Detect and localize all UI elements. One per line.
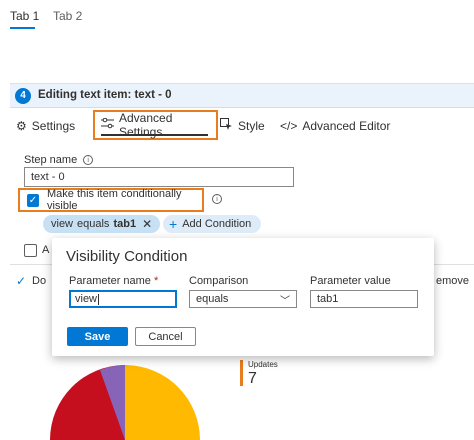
active-subtab-indicator <box>101 134 208 136</box>
comparison-value: equals <box>196 293 229 305</box>
tab-2[interactable]: Tab 2 <box>53 9 82 23</box>
parameter-name-label-text: Parameter name <box>69 275 151 287</box>
updates-value: 7 <box>248 370 257 387</box>
info-icon[interactable]: i <box>83 155 94 166</box>
conditional-visibility-checkbox[interactable]: ✓ <box>27 193 39 207</box>
step-name-label: Step name i <box>24 154 94 166</box>
condition-param: view <box>51 218 74 230</box>
tab-1[interactable]: Tab 1 <box>10 9 39 23</box>
visibility-condition-dialog: Visibility Condition Parameter name * Co… <box>52 238 434 356</box>
panel-title: Editing text item: text - 0 <box>38 89 172 101</box>
code-icon: </> <box>280 119 298 133</box>
info-icon[interactable]: i <box>212 194 222 204</box>
add-condition-label: Add Condition <box>182 218 252 230</box>
updates-label: Updates <box>248 360 278 369</box>
option-checkbox[interactable] <box>24 244 37 257</box>
gear-icon: ⚙ <box>16 119 27 133</box>
checkmark-icon: ✓ <box>16 274 27 288</box>
tab-style[interactable]: Style <box>220 115 265 137</box>
condition-pill[interactable]: view equals tab1 ✕ <box>43 215 161 233</box>
step-name-input[interactable]: text - 0 <box>24 167 294 187</box>
updates-bar <box>240 360 243 386</box>
parameter-name-input[interactable]: view <box>69 290 177 308</box>
style-cursor-icon <box>220 118 233 134</box>
comparison-label: Comparison <box>189 275 249 287</box>
close-icon[interactable]: ✕ <box>142 217 152 231</box>
active-tab-indicator <box>10 27 35 29</box>
remove-button-label[interactable]: emove <box>436 275 469 287</box>
pie-slice <box>125 365 200 440</box>
dialog-title: Visibility Condition <box>66 248 188 265</box>
plus-icon: + <box>169 216 178 232</box>
comparison-select[interactable]: equals ﹀ <box>189 290 297 308</box>
add-condition-button[interactable]: + Add Condition <box>163 215 262 233</box>
panel-header: 4 Editing text item: text - 0 <box>10 84 474 108</box>
option-checkbox-label: A <box>42 244 50 256</box>
save-button[interactable]: Save <box>67 327 128 346</box>
tab-settings[interactable]: ⚙ Settings <box>16 115 75 137</box>
step-name-label-text: Step name <box>24 154 78 166</box>
parameter-value-label: Parameter value <box>310 275 391 287</box>
text-caret <box>98 293 100 305</box>
chevron-down-icon: ﹀ <box>280 296 290 307</box>
conditional-visibility-row[interactable]: ✓ Make this item conditionally visible <box>18 188 204 212</box>
parameter-name-value: view <box>75 293 98 305</box>
tab-settings-label: Settings <box>31 119 76 133</box>
cancel-button[interactable]: Cancel <box>135 327 196 346</box>
top-tab-bar: Tab 1 Tab 2 <box>0 0 474 34</box>
tab-advanced-editor-label: Advanced Editor <box>302 119 391 133</box>
parameter-name-label: Parameter name * <box>69 275 158 287</box>
condition-value: tab1 <box>113 218 137 230</box>
tab-style-label: Style <box>238 119 265 133</box>
condition-operator: equals <box>77 218 110 230</box>
tab-advanced-editor[interactable]: </> Advanced Editor <box>280 115 390 137</box>
parameter-value-input[interactable]: tab1 <box>310 290 418 308</box>
conditional-visibility-label: Make this item conditionally visible <box>46 188 182 212</box>
sliders-icon <box>101 117 114 132</box>
required-marker: * <box>154 275 159 287</box>
step-number-badge: 4 <box>15 88 31 104</box>
done-button-label[interactable]: Do <box>32 275 46 287</box>
